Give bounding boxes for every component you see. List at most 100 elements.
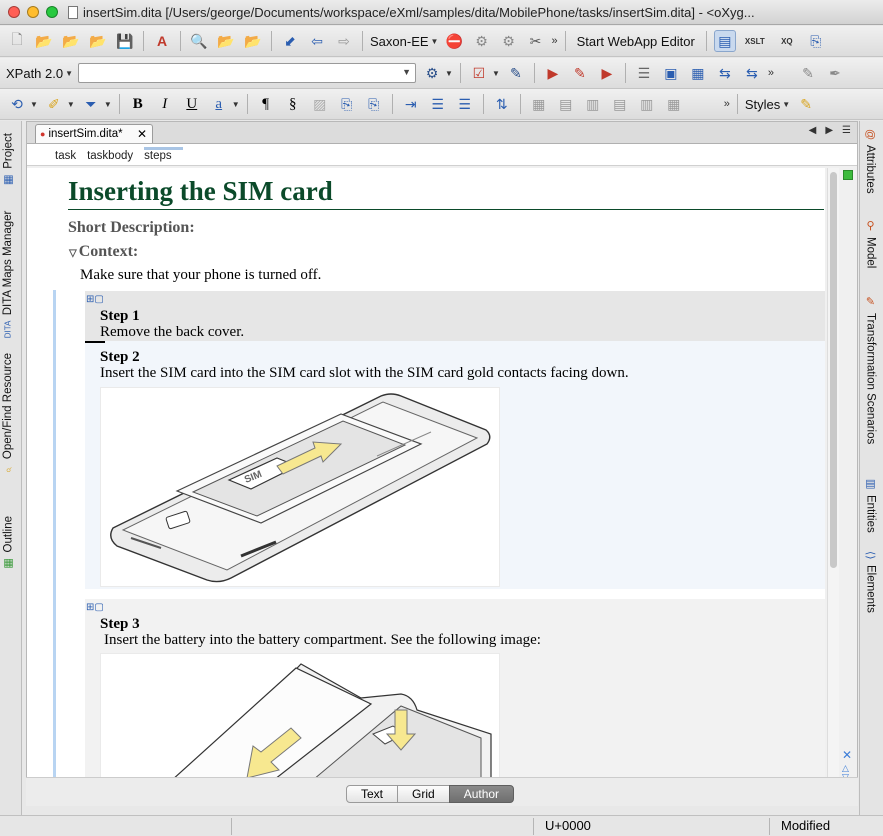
- xquery-debugger-icon[interactable]: XQ: [774, 30, 800, 52]
- table-properties-icon[interactable]: ▦: [663, 93, 685, 115]
- next-tab-icon[interactable]: ▶: [825, 125, 833, 136]
- tab-open-find-resource[interactable]: ⌕ Open/Find Resource: [2, 353, 14, 475]
- database-perspective-icon[interactable]: ⎘: [805, 30, 827, 52]
- xpath-input[interactable]: ▼: [78, 63, 417, 83]
- track-changes-icon[interactable]: ⟲: [6, 93, 28, 115]
- author-mode-button[interactable]: Author: [448, 785, 515, 803]
- paragraph-button[interactable]: ¶: [255, 96, 277, 113]
- chevron-down-icon[interactable]: ▼: [402, 67, 411, 77]
- debug-icon[interactable]: ⚙: [497, 30, 519, 52]
- tab-outline[interactable]: ▦ Outline: [2, 516, 16, 570]
- xslt-debugger-icon[interactable]: XSLT: [741, 30, 769, 52]
- step-2[interactable]: Step 2 Insert the SIM card into the SIM …: [85, 341, 825, 589]
- page-title[interactable]: Inserting the SIM card: [68, 176, 333, 207]
- configure-scenario-icon[interactable]: ✎: [569, 62, 591, 84]
- insert-column-icon[interactable]: ▥: [582, 93, 604, 115]
- chevron-down-icon[interactable]: ▼: [492, 69, 500, 78]
- step-element-icon[interactable]: ⊞▢: [86, 602, 104, 613]
- close-marker-icon[interactable]: ✕: [842, 748, 852, 762]
- chevron-down-icon[interactable]: ▼: [30, 100, 38, 109]
- breadcrumb-item-task[interactable]: task: [55, 150, 87, 165]
- italic-button[interactable]: I: [154, 96, 176, 113]
- edit-icon[interactable]: ✎: [797, 62, 819, 84]
- insert-row-icon[interactable]: ▤: [555, 93, 577, 115]
- forward-arrow-icon[interactable]: ⇨: [333, 30, 355, 52]
- tab-list-icon[interactable]: ☰: [842, 125, 851, 136]
- insert-reference-icon[interactable]: ⎘: [363, 93, 385, 115]
- chevron-down-icon[interactable]: ▼: [104, 100, 112, 109]
- step-text[interactable]: Insert the battery into the battery comp…: [104, 632, 541, 649]
- underline-button[interactable]: U: [181, 96, 203, 113]
- grid-mode-button[interactable]: Grid: [397, 785, 450, 803]
- tab-insertsim-dita[interactable]: ● insertSim.dita* ✕: [35, 124, 153, 143]
- context-text[interactable]: Make sure that your phone is turned off.: [80, 267, 321, 284]
- sort-icon[interactable]: ⇅: [491, 93, 513, 115]
- xpath-settings-icon[interactable]: ⚙: [421, 62, 443, 84]
- minimize-window-button[interactable]: [27, 6, 39, 18]
- tab-entities[interactable]: ▤ Entities: [864, 477, 877, 533]
- css-edit-icon[interactable]: ✎: [795, 93, 817, 115]
- open-folder-icon[interactable]: 📂: [33, 30, 55, 52]
- tab-dita-maps-manager[interactable]: DITA DITA Maps Manager: [2, 211, 14, 338]
- tag-icon[interactable]: ⇆: [741, 62, 763, 84]
- chevron-down-icon[interactable]: ▼: [65, 69, 73, 78]
- tab-project[interactable]: ▦ Project: [2, 133, 16, 187]
- step-text[interactable]: Remove the back cover.: [100, 324, 244, 341]
- delete-row-icon[interactable]: ▤: [609, 93, 631, 115]
- context-heading[interactable]: ▽ Context:: [69, 243, 138, 261]
- xml-refactoring-icon[interactable]: ▦: [687, 62, 709, 84]
- step-element-icon[interactable]: ⊞▢: [86, 294, 104, 305]
- ordered-list-icon[interactable]: ☰: [454, 93, 476, 115]
- chevron-down-icon[interactable]: ▼: [232, 100, 240, 109]
- link-button[interactable]: a: [208, 96, 230, 113]
- tab-elements[interactable]: ⟨⟩ Elements: [864, 551, 877, 613]
- chevron-down-icon[interactable]: ▼: [67, 100, 75, 109]
- chevron-down-icon[interactable]: ▼: [782, 100, 790, 109]
- apply-transformation-icon[interactable]: ⚙: [470, 30, 492, 52]
- transformer-select[interactable]: Saxon-EE: [370, 34, 429, 49]
- save-icon[interactable]: 💾: [114, 30, 136, 52]
- tab-transformation-scenarios[interactable]: ✎ Transformation Scenarios: [864, 295, 877, 444]
- configure-validation-icon[interactable]: ✎: [505, 62, 527, 84]
- vertical-scrollbar[interactable]: [827, 168, 839, 777]
- spell-check-icon[interactable]: A: [151, 30, 173, 52]
- tags-icon[interactable]: ⇆: [714, 62, 736, 84]
- format-indent-icon[interactable]: ☰: [633, 62, 655, 84]
- find-in-files-icon[interactable]: 📂: [215, 30, 237, 52]
- tools-icon[interactable]: ✂: [524, 30, 546, 52]
- step-text[interactable]: Insert the SIM card into the SIM card sl…: [100, 365, 629, 382]
- validate-icon[interactable]: ☑: [468, 62, 490, 84]
- step-1[interactable]: ⊞▢ Step 1 Remove the back cover.: [85, 291, 825, 341]
- find-icon[interactable]: 🔍: [188, 30, 210, 52]
- breadcrumb-item-taskbody[interactable]: taskbody: [87, 150, 144, 165]
- more-tools-icon[interactable]: »: [768, 67, 774, 79]
- more-tools-icon[interactable]: »: [551, 35, 557, 47]
- toggle-comment-icon[interactable]: ▣: [660, 62, 682, 84]
- previous-tab-icon[interactable]: ◀: [809, 125, 817, 136]
- start-webapp-editor-button[interactable]: Start WebApp Editor: [573, 34, 699, 49]
- bold-button[interactable]: B: [127, 96, 149, 113]
- open-url-icon[interactable]: 📂: [60, 30, 82, 52]
- styles-menu[interactable]: Styles: [745, 97, 780, 112]
- close-window-button[interactable]: [8, 6, 20, 18]
- breadcrumb-item-steps[interactable]: steps: [144, 147, 183, 165]
- chevron-down-icon[interactable]: ▼: [445, 69, 453, 78]
- xpath-version-select[interactable]: XPath 2.0: [6, 66, 63, 81]
- battery-image[interactable]: [100, 653, 500, 777]
- filter-icon[interactable]: ⏷: [80, 93, 102, 115]
- insert-xref-icon[interactable]: ⎘: [336, 93, 358, 115]
- open-file-icon[interactable]: 📂: [242, 30, 264, 52]
- more-tools-icon[interactable]: »: [724, 98, 730, 110]
- author-view[interactable]: Inserting the SIM card Short Description…: [27, 168, 825, 777]
- delete-column-icon[interactable]: ▥: [636, 93, 658, 115]
- short-description-label[interactable]: Short Description:: [68, 219, 195, 237]
- tab-model[interactable]: ⚲ Model: [864, 219, 877, 268]
- new-document-icon[interactable]: 🗋: [6, 30, 28, 52]
- insert-table-icon[interactable]: ▦: [528, 93, 550, 115]
- zoom-window-button[interactable]: [46, 6, 58, 18]
- section-button[interactable]: §: [282, 96, 304, 113]
- validation-ok-indicator[interactable]: [843, 170, 853, 180]
- tab-attributes[interactable]: @ Attributes: [864, 129, 876, 194]
- apply-scenarios-icon[interactable]: ▶: [596, 62, 618, 84]
- editor-perspective-icon[interactable]: ▤: [713, 30, 736, 52]
